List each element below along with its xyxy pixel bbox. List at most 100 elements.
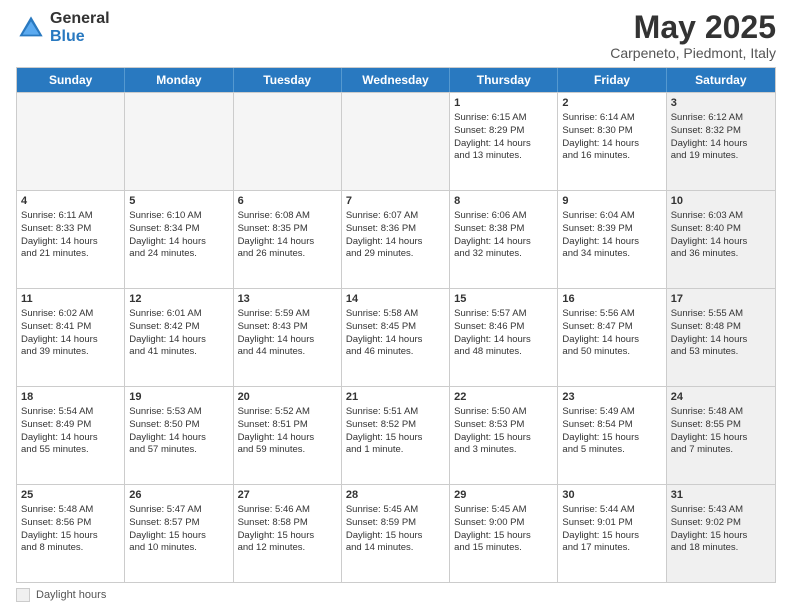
day-info-line: and 14 minutes. — [346, 542, 445, 555]
logo-icon — [16, 13, 46, 43]
day-info-line: Daylight: 14 hours — [562, 334, 661, 347]
calendar-cell — [125, 93, 233, 190]
calendar-header-cell: Monday — [125, 68, 233, 92]
day-info-line: Daylight: 14 hours — [238, 334, 337, 347]
calendar-cell: 18Sunrise: 5:54 AMSunset: 8:49 PMDayligh… — [17, 387, 125, 484]
day-info-line: and 19 minutes. — [671, 150, 771, 163]
calendar-header-cell: Saturday — [667, 68, 775, 92]
day-info-line: Daylight: 14 hours — [562, 138, 661, 151]
day-info-line: Sunrise: 5:43 AM — [671, 504, 771, 517]
page: General Blue May 2025 Carpeneto, Piedmon… — [0, 0, 792, 612]
day-info-line: Daylight: 14 hours — [21, 432, 120, 445]
day-info-line: Daylight: 14 hours — [346, 236, 445, 249]
calendar-cell: 26Sunrise: 5:47 AMSunset: 8:57 PMDayligh… — [125, 485, 233, 582]
calendar-cell: 22Sunrise: 5:50 AMSunset: 8:53 PMDayligh… — [450, 387, 558, 484]
day-info-line: and 24 minutes. — [129, 248, 228, 261]
day-info-line: Sunrise: 6:01 AM — [129, 308, 228, 321]
day-info-line: Sunset: 8:49 PM — [21, 419, 120, 432]
day-info-line: Sunrise: 6:03 AM — [671, 210, 771, 223]
day-info-line: and 41 minutes. — [129, 346, 228, 359]
calendar-week-row: 4Sunrise: 6:11 AMSunset: 8:33 PMDaylight… — [17, 190, 775, 288]
day-number: 31 — [671, 488, 771, 503]
day-info-line: Sunset: 8:46 PM — [454, 321, 553, 334]
calendar-header-cell: Thursday — [450, 68, 558, 92]
day-number: 20 — [238, 390, 337, 405]
day-info-line: Sunrise: 5:48 AM — [21, 504, 120, 517]
calendar-cell: 31Sunrise: 5:43 AMSunset: 9:02 PMDayligh… — [667, 485, 775, 582]
day-info-line: Daylight: 14 hours — [21, 236, 120, 249]
calendar-cell: 6Sunrise: 6:08 AMSunset: 8:35 PMDaylight… — [234, 191, 342, 288]
day-info-line: Sunset: 8:40 PM — [671, 223, 771, 236]
day-info-line: Daylight: 14 hours — [671, 334, 771, 347]
day-info-line: Daylight: 15 hours — [562, 432, 661, 445]
day-number: 11 — [21, 292, 120, 307]
day-number: 19 — [129, 390, 228, 405]
day-info-line: Sunrise: 5:48 AM — [671, 406, 771, 419]
day-number: 2 — [562, 96, 661, 111]
day-info-line: and 8 minutes. — [21, 542, 120, 555]
day-number: 1 — [454, 96, 553, 111]
calendar-cell: 23Sunrise: 5:49 AMSunset: 8:54 PMDayligh… — [558, 387, 666, 484]
day-info-line: and 29 minutes. — [346, 248, 445, 261]
day-info-line: Daylight: 14 hours — [346, 334, 445, 347]
calendar-cell: 27Sunrise: 5:46 AMSunset: 8:58 PMDayligh… — [234, 485, 342, 582]
day-info-line: Sunrise: 5:55 AM — [671, 308, 771, 321]
calendar-header-cell: Sunday — [17, 68, 125, 92]
day-info-line: Sunset: 9:01 PM — [562, 517, 661, 530]
day-info-line: Sunrise: 5:52 AM — [238, 406, 337, 419]
day-info-line: and 7 minutes. — [671, 444, 771, 457]
calendar-cell: 19Sunrise: 5:53 AMSunset: 8:50 PMDayligh… — [125, 387, 233, 484]
day-info-line: Sunrise: 6:10 AM — [129, 210, 228, 223]
logo-general: General — [50, 10, 110, 28]
day-info-line: Daylight: 15 hours — [562, 530, 661, 543]
day-info-line: and 39 minutes. — [21, 346, 120, 359]
day-info-line: Sunset: 8:33 PM — [21, 223, 120, 236]
calendar-cell: 9Sunrise: 6:04 AMSunset: 8:39 PMDaylight… — [558, 191, 666, 288]
calendar-cell: 17Sunrise: 5:55 AMSunset: 8:48 PMDayligh… — [667, 289, 775, 386]
day-info-line: Sunset: 8:41 PM — [21, 321, 120, 334]
day-info-line: Daylight: 15 hours — [346, 530, 445, 543]
day-info-line: Sunset: 8:47 PM — [562, 321, 661, 334]
day-info-line: Sunrise: 6:02 AM — [21, 308, 120, 321]
day-info-line: Sunrise: 6:15 AM — [454, 112, 553, 125]
calendar-cell: 30Sunrise: 5:44 AMSunset: 9:01 PMDayligh… — [558, 485, 666, 582]
day-number: 6 — [238, 194, 337, 209]
day-info-line: Daylight: 14 hours — [454, 236, 553, 249]
day-number: 18 — [21, 390, 120, 405]
day-info-line: and 48 minutes. — [454, 346, 553, 359]
day-info-line: Daylight: 15 hours — [346, 432, 445, 445]
day-info-line: Sunset: 8:36 PM — [346, 223, 445, 236]
calendar-cell: 14Sunrise: 5:58 AMSunset: 8:45 PMDayligh… — [342, 289, 450, 386]
logo-blue: Blue — [50, 28, 110, 46]
day-info-line: Sunset: 8:55 PM — [671, 419, 771, 432]
day-info-line: and 53 minutes. — [671, 346, 771, 359]
day-info-line: Daylight: 14 hours — [454, 138, 553, 151]
day-info-line: Sunset: 8:51 PM — [238, 419, 337, 432]
day-info-line: Sunrise: 5:53 AM — [129, 406, 228, 419]
subtitle: Carpeneto, Piedmont, Italy — [610, 45, 776, 61]
day-info-line: and 17 minutes. — [562, 542, 661, 555]
calendar-cell: 15Sunrise: 5:57 AMSunset: 8:46 PMDayligh… — [450, 289, 558, 386]
day-info-line: Sunrise: 5:59 AM — [238, 308, 337, 321]
day-info-line: Daylight: 14 hours — [129, 334, 228, 347]
day-number: 13 — [238, 292, 337, 307]
calendar-cell: 13Sunrise: 5:59 AMSunset: 8:43 PMDayligh… — [234, 289, 342, 386]
day-number: 21 — [346, 390, 445, 405]
day-info-line: Sunrise: 5:47 AM — [129, 504, 228, 517]
day-info-line: Daylight: 14 hours — [562, 236, 661, 249]
calendar-week-row: 11Sunrise: 6:02 AMSunset: 8:41 PM Dayligh… — [17, 288, 775, 386]
calendar-cell: 2Sunrise: 6:14 AMSunset: 8:30 PMDaylight… — [558, 93, 666, 190]
day-info-line: Sunrise: 5:46 AM — [238, 504, 337, 517]
day-number: 12 — [129, 292, 228, 307]
day-number: 17 — [671, 292, 771, 307]
legend: Daylight hours — [16, 588, 776, 602]
legend-label: Daylight hours — [36, 589, 106, 601]
day-info-line: Sunrise: 5:44 AM — [562, 504, 661, 517]
day-info-line: Sunset: 9:02 PM — [671, 517, 771, 530]
day-info-line: and 32 minutes. — [454, 248, 553, 261]
day-info-line: Sunrise: 5:56 AM — [562, 308, 661, 321]
day-info-line: and 1 minute. — [346, 444, 445, 457]
day-info-line: Sunrise: 6:11 AM — [21, 210, 120, 223]
day-info-line: Sunrise: 5:57 AM — [454, 308, 553, 321]
header: General Blue May 2025 Carpeneto, Piedmon… — [16, 10, 776, 61]
